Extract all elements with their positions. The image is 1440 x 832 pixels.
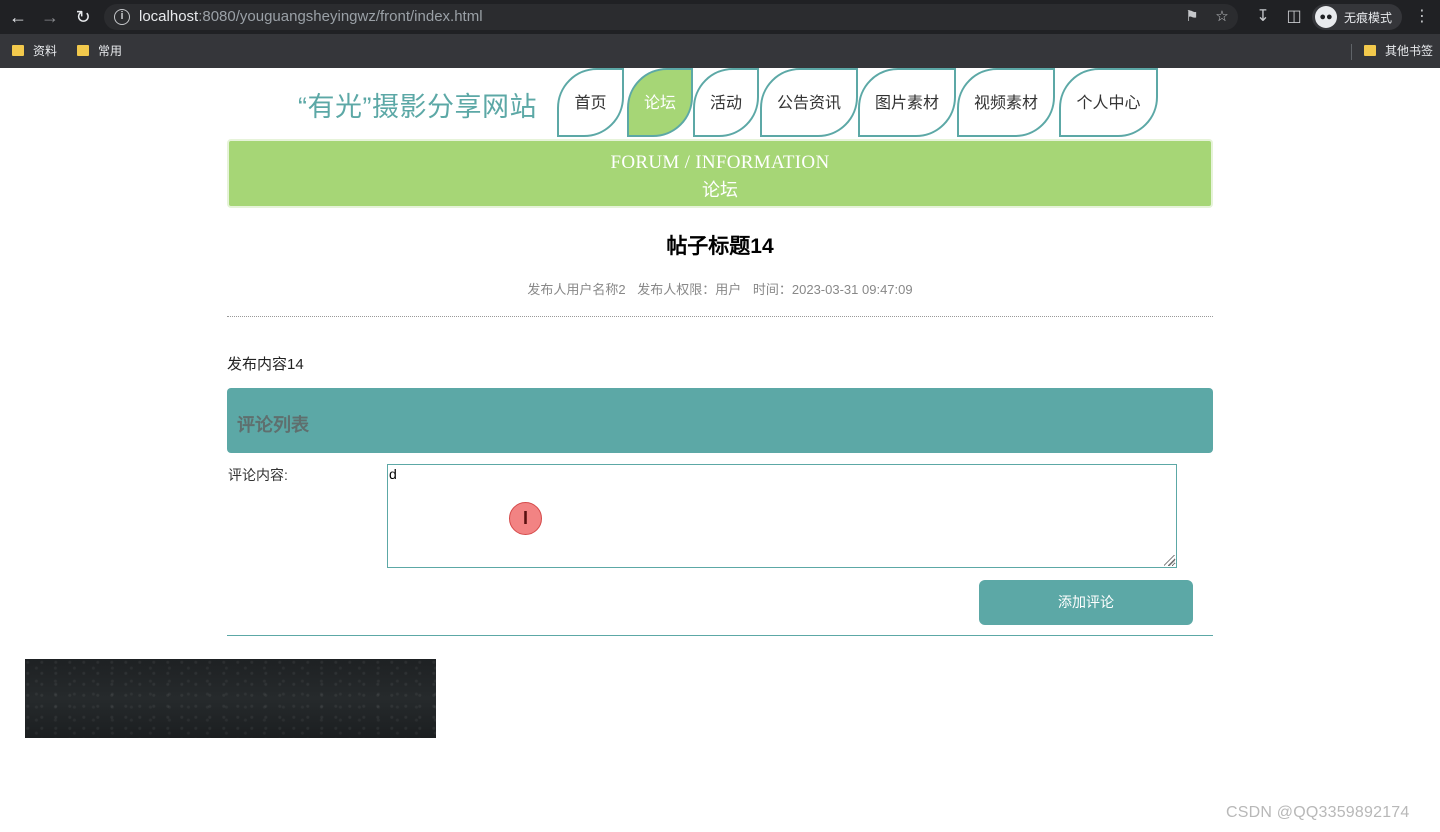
folder-icon [77,45,89,56]
blocked-content-icon[interactable]: ⚑ [1182,7,1202,27]
banner-title-cn: 论坛 [702,180,738,200]
url-text[interactable]: localhost:8080/youguangsheyingwz/front/i… [139,8,483,25]
back-icon[interactable]: ← [7,6,29,28]
bookmarks-divider [1351,44,1352,60]
site-info-icon[interactable]: i [114,9,130,25]
resize-grip-icon[interactable] [1164,555,1175,566]
bookmark-folder-0[interactable]: 资料 [12,42,57,60]
side-panel-icon[interactable]: ◫ [1283,6,1305,28]
nav-tab-home[interactable]: 首页 [557,68,624,137]
nav-tab-announcements[interactable]: 公告资讯 [760,68,858,137]
banner-title-en: FORUM / INFORMATION [610,152,830,173]
folder-icon [12,45,24,56]
bookmark-star-icon[interactable]: ☆ [1212,7,1232,27]
folder-icon [1364,45,1376,56]
incognito-badge[interactable]: ●● 无痕模式 [1312,4,1402,30]
menu-kebab-icon[interactable]: ⋮ [1411,6,1433,28]
comment-input[interactable] [387,464,1177,568]
watermark: CSDN @QQ3359892174 [1226,804,1410,821]
post-role: 发布人权限：用户 [637,282,742,297]
add-comment-button[interactable]: 添加评论 [979,580,1193,625]
nav-tab-videos[interactable]: 视频素材 [957,68,1055,137]
incognito-icon: ●● [1315,6,1337,28]
divider-bottom [227,635,1213,636]
bookmarks-bar: 资料 常用 其他书签 [0,34,1440,68]
extension-icon[interactable]: ↧ [1252,6,1274,28]
post-title: 帖子标题14 [666,235,774,258]
bookmark-folder-1[interactable]: 常用 [77,42,122,60]
browser-toolbar: ← → ↻ i localhost:8080/youguangsheyingwz… [0,0,1440,34]
comments-header: 评论列表 [227,388,1213,453]
forward-icon[interactable]: → [39,6,61,28]
reload-icon[interactable]: ↻ [72,6,94,28]
site-title: “有光”摄影分享网站 [298,92,537,122]
text-cursor-icon: I [509,502,542,535]
section-banner: FORUM / INFORMATION 论坛 [227,139,1213,208]
post-meta: 发布人用户名称2 发布人权限：用户 时间：2023-03-31 09:47:09 [0,279,1440,298]
nav-tab-profile[interactable]: 个人中心 [1059,68,1158,137]
other-bookmarks[interactable]: 其他书签 [1364,42,1433,60]
nav-tab-images[interactable]: 图片素材 [858,68,956,137]
post-author: 发布人用户名称2 [527,282,626,297]
comment-label: 评论内容: [228,467,288,483]
divider [227,316,1213,317]
incognito-label: 无痕模式 [1344,11,1393,25]
post-time: 时间：2023-03-31 09:47:09 [752,282,913,297]
comments-header-title: 评论列表 [237,415,309,435]
post-content: 发布内容14 [227,356,304,373]
nav-tab-forum[interactable]: 论坛 [627,68,693,137]
nav-tab-activities[interactable]: 活动 [693,68,759,137]
footer-image [25,659,436,738]
address-bar[interactable]: i localhost:8080/youguangsheyingwz/front… [104,4,1238,30]
